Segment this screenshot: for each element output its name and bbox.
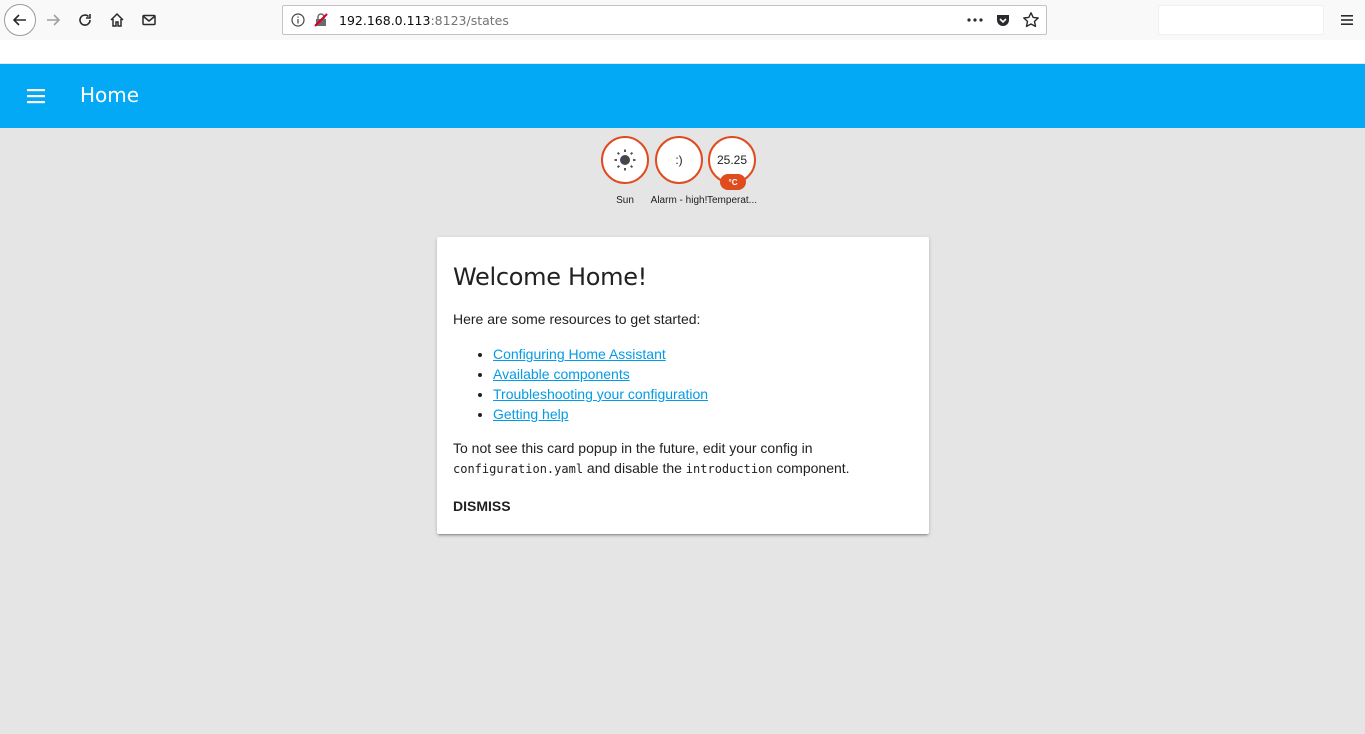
reload-icon — [79, 14, 91, 26]
home-icon — [110, 12, 124, 27]
resource-list: Configuring Home Assistant Available com… — [493, 344, 708, 424]
bookmark-star-icon[interactable] — [1022, 11, 1040, 29]
hamburger-menu-icon — [27, 89, 45, 104]
reload-button[interactable] — [70, 5, 100, 35]
note-text: component. — [772, 460, 850, 476]
sun-icon — [614, 149, 636, 171]
insecure-lock-icon[interactable] — [313, 12, 331, 28]
sidebar-toggle-button[interactable] — [24, 84, 48, 108]
note-text: and disable the — [583, 460, 686, 476]
badge-label: Alarm - high! — [650, 195, 708, 206]
info-icon[interactable] — [291, 13, 309, 27]
badge-temperature[interactable]: 25.25 °C Temperat... — [702, 136, 762, 208]
list-item: Configuring Home Assistant — [493, 344, 708, 364]
link-troubleshooting[interactable]: Troubleshooting your configuration — [493, 386, 708, 402]
badge-value: 25.25 — [716, 153, 748, 167]
search-box[interactable] — [1158, 5, 1324, 35]
home-button[interactable] — [102, 5, 132, 35]
url-bar[interactable]: 192.168.0.113:8123/states — [282, 5, 1047, 35]
card-title: Welcome Home! — [453, 263, 648, 291]
arrow-right-icon — [47, 14, 61, 26]
browser-toolbar: 192.168.0.113:8123/states — [0, 0, 1365, 40]
more-actions-icon[interactable] — [966, 11, 984, 29]
mail-button[interactable] — [134, 5, 164, 35]
app-header: Home — [0, 64, 1365, 128]
badge-unit: °C — [720, 174, 746, 190]
forward-button[interactable] — [38, 5, 68, 35]
badge-circle[interactable] — [601, 136, 649, 184]
card-note: To not see this card popup in the future… — [453, 438, 913, 479]
url-text[interactable]: 192.168.0.113:8123/states — [339, 13, 509, 28]
dismiss-button[interactable]: DISMISS — [453, 498, 511, 514]
url-host: 192.168.0.113 — [339, 12, 431, 28]
arrow-left-icon — [12, 14, 26, 26]
badge-sun[interactable]: Sun — [595, 136, 655, 208]
link-configuring[interactable]: Configuring Home Assistant — [493, 346, 666, 362]
card-intro: Here are some resources to get started: — [453, 311, 701, 327]
badge-label: Temperat... — [706, 195, 758, 206]
list-item: Troubleshooting your configuration — [493, 384, 708, 404]
back-button[interactable] — [4, 4, 36, 36]
list-item: Available components — [493, 364, 708, 384]
badge-circle[interactable]: :) — [655, 136, 703, 184]
url-path: :8123/states — [430, 12, 509, 28]
menu-icon — [1341, 15, 1353, 25]
page-title: Home — [80, 83, 140, 107]
url-actions — [966, 11, 1040, 29]
welcome-card: Welcome Home! Here are some resources to… — [437, 237, 929, 534]
badge-label: Sun — [616, 195, 634, 206]
bookmarks-strip — [0, 40, 1365, 64]
list-item: Getting help — [493, 404, 708, 424]
badge-circle[interactable]: 25.25 °C — [708, 136, 756, 190]
badge-value: :) — [675, 153, 683, 167]
link-help[interactable]: Getting help — [493, 406, 569, 422]
link-components[interactable]: Available components — [493, 366, 630, 382]
pocket-icon[interactable] — [994, 11, 1012, 29]
note-text: To not see this card popup in the future… — [453, 440, 813, 456]
note-code-introduction: introduction — [685, 462, 773, 476]
browser-menu-button[interactable] — [1334, 5, 1360, 35]
note-code-config: configuration.yaml — [453, 462, 584, 476]
badge-alarm[interactable]: :) Alarm - high! — [649, 136, 709, 208]
mail-icon — [142, 14, 156, 26]
